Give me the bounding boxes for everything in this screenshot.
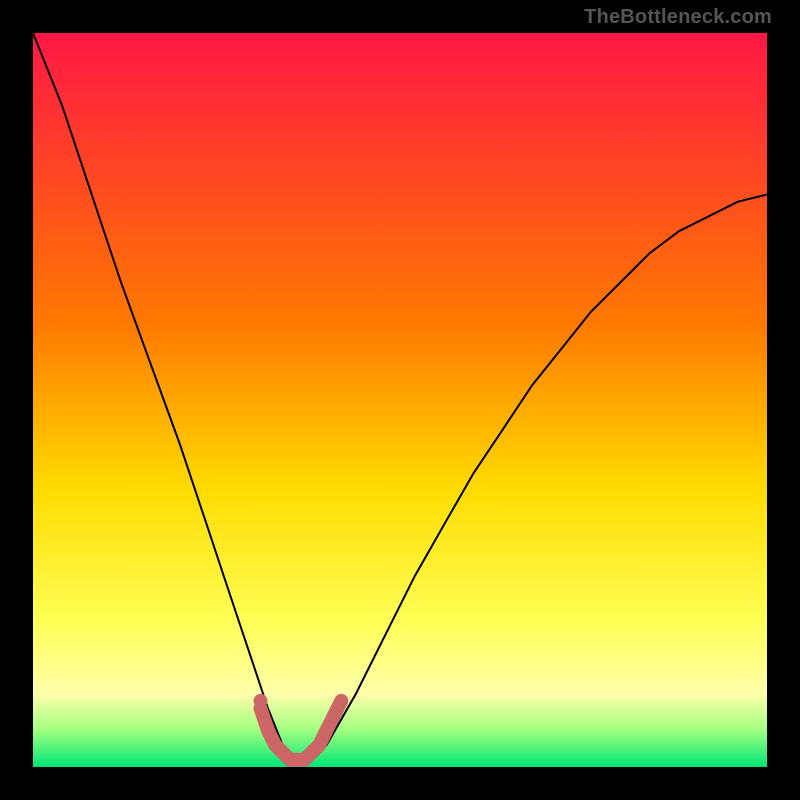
gradient-background [33, 33, 767, 767]
plot-area [33, 33, 767, 767]
accent-dot-icon [254, 694, 268, 708]
bottleneck-chart-svg [33, 33, 767, 767]
chart-frame: TheBottleneck.com [0, 0, 800, 800]
watermark-label: TheBottleneck.com [584, 6, 772, 29]
